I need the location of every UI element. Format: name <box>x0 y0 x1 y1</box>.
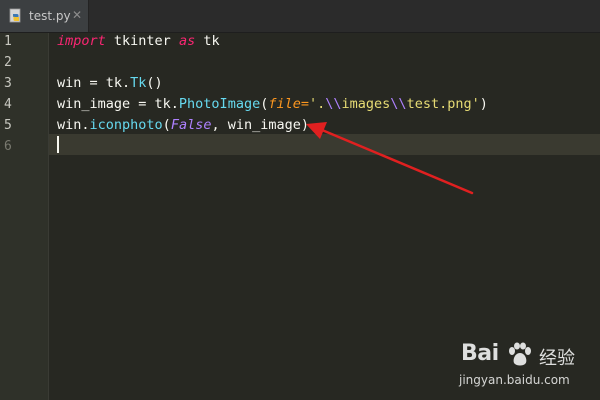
editor-window: test.py ✕ 1 2 3 4 5 6 import tkinter as … <box>0 0 600 400</box>
baidu-paw-icon <box>509 342 531 366</box>
watermark-url: jingyan.baidu.com <box>459 373 570 387</box>
watermark-brand: Bai <box>461 341 499 366</box>
baidu-watermark: Bai 经验 jingyan.baidu.com <box>445 335 595 395</box>
watermark-chinese: 经验 <box>539 348 575 369</box>
